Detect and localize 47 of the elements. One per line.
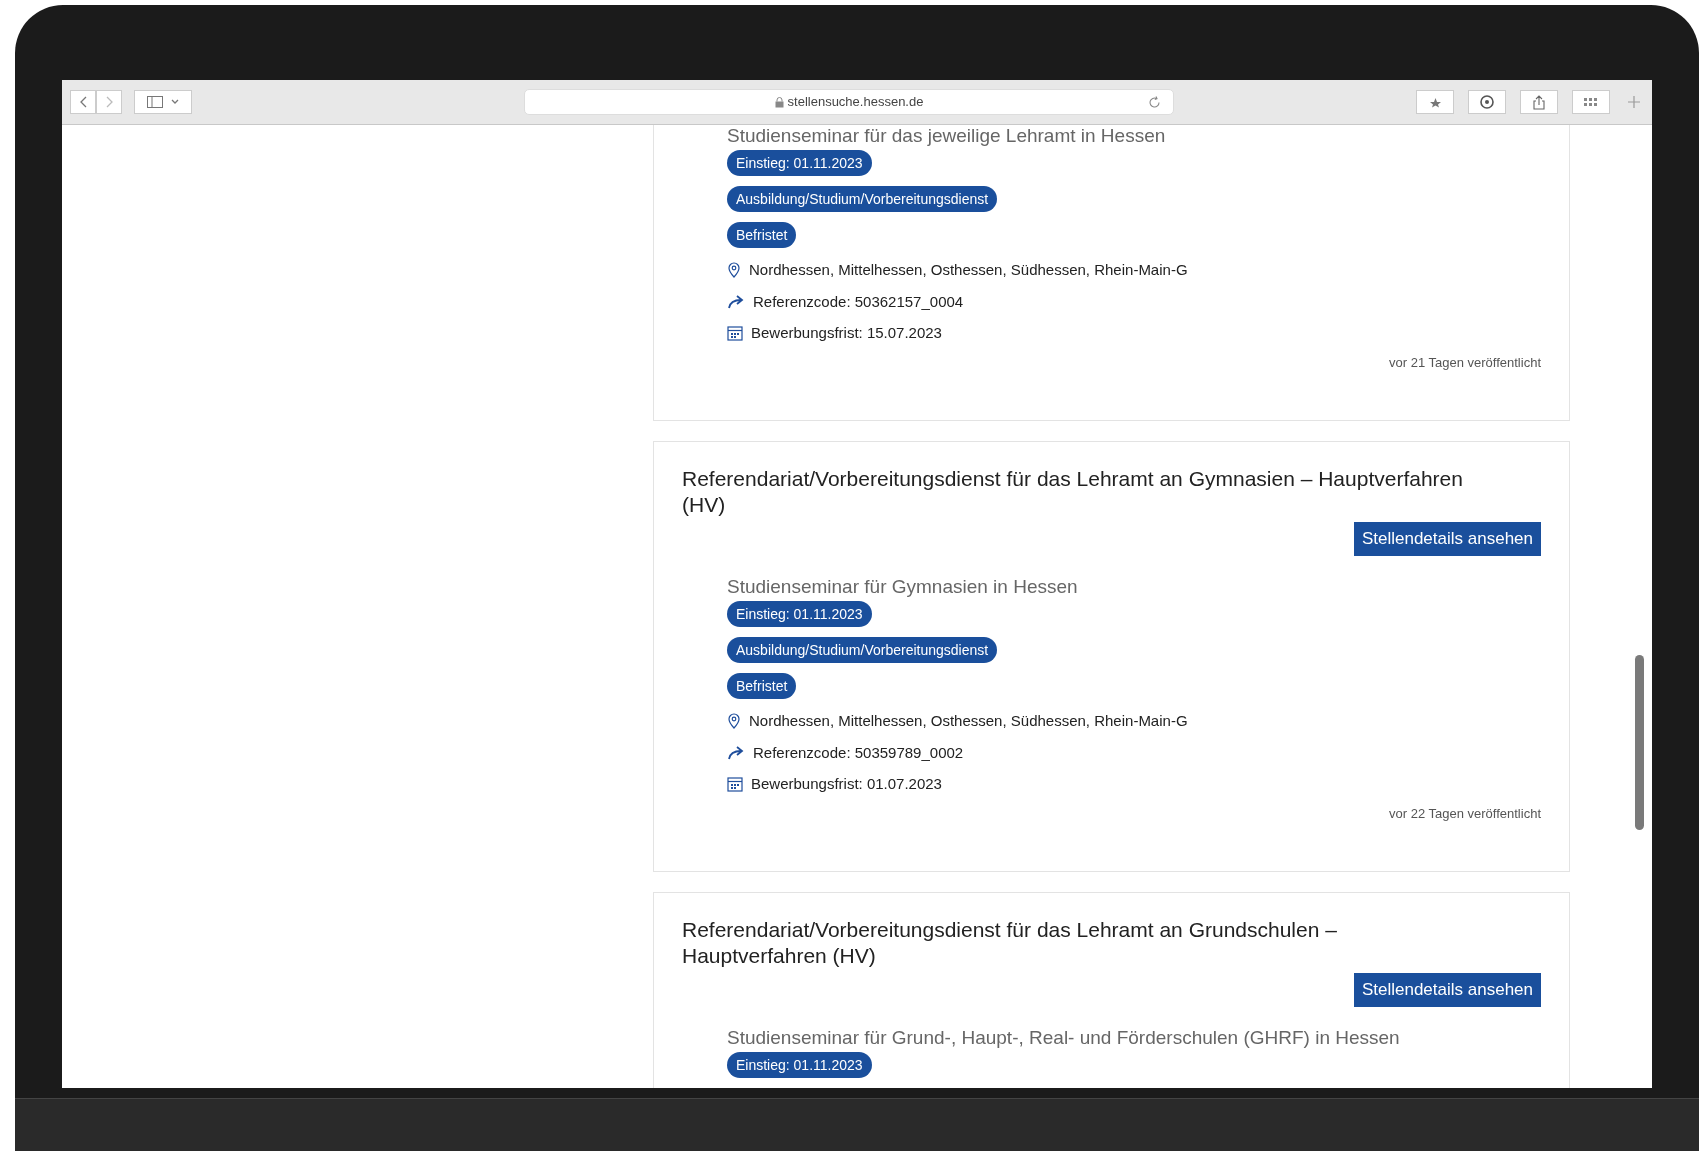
seminar-name: Studienseminar für Grund-, Haupt-, Real- und Förderschulen (GHRF) in Hessen <box>727 1027 1401 1049</box>
reference-code: Referenzcode: 50359789_0002 <box>753 742 964 763</box>
sidebar-toggle-button[interactable] <box>134 90 192 114</box>
curved-arrow-icon <box>727 745 745 760</box>
published-date: vor 21 Tagen veröffentlicht <box>1389 353 1541 372</box>
location-pin-icon <box>727 262 741 279</box>
tag: Befristet <box>727 222 797 248</box>
published-date: vor 22 Tagen veröffentlicht <box>1389 804 1541 823</box>
reference-code: Referenzcode: 50362157_0004 <box>753 291 964 312</box>
tag: Ausbildung/Studium/Vorbereitungsdienst <box>727 186 998 212</box>
job-title: Referendariat/Vorbereitungsdienst für das Lehramt an Grundschulen – Hauptverfahren (HV) <box>682 917 1338 969</box>
location-text: Nordhessen, Mittelhessen, Osthessen, Südhessen, Rhein-Main-G <box>749 711 1188 731</box>
lock-icon <box>774 96 784 108</box>
chevron-left-icon <box>79 96 87 108</box>
curved-arrow-icon <box>727 294 745 309</box>
tabs-overview-button[interactable] <box>1572 90 1610 114</box>
chevron-right-icon <box>105 96 113 108</box>
star-icon <box>1428 96 1442 108</box>
tag: Einstieg: 01.11.2023 <box>727 1052 872 1078</box>
tag: Ausbildung/Studium/Vorbereitungsdienst <box>727 637 998 663</box>
seminar-name: Studienseminar für Gymnasien in Hessen <box>727 576 1079 598</box>
plus-icon <box>1628 96 1640 108</box>
seminar-name: Studienseminar für das jeweilige Lehramt in Hessen <box>727 125 1167 147</box>
reload-icon[interactable] <box>1148 95 1161 109</box>
job-details-button[interactable]: Stellendetails ansehen <box>1353 522 1541 556</box>
share-button[interactable] <box>1520 90 1558 114</box>
extension-button[interactable] <box>1468 90 1506 114</box>
location-text: Nordhessen, Mittelhessen, Osthessen, Südhessen, Rhein-Main-G <box>749 260 1188 280</box>
url-text: stellensuche.hessen.de <box>787 93 924 112</box>
share-icon <box>1533 94 1545 110</box>
chevron-down-icon <box>171 99 179 105</box>
scrollbar-thumb[interactable] <box>1635 655 1644 830</box>
tag: Befristet <box>727 673 797 699</box>
tag: Einstieg: 01.11.2023 <box>727 601 872 627</box>
application-deadline: Bewerbungsfrist: 01.07.2023 <box>751 774 942 794</box>
application-deadline: Bewerbungsfrist: 15.07.2023 <box>751 323 942 343</box>
grid-icon <box>1584 98 1598 106</box>
job-title: Referendariat/Vorbereitungsdienst für das Lehramt an Gymnasien – Hauptverfahren (HV) <box>682 466 1464 518</box>
back-button[interactable] <box>70 90 96 114</box>
tag: Einstieg: 01.11.2023 <box>727 150 872 176</box>
sidebar-icon <box>147 96 163 108</box>
reader-button[interactable] <box>1416 90 1454 114</box>
calendar-icon <box>727 776 743 793</box>
job-details-button[interactable]: Stellendetails ansehen <box>1353 973 1541 1007</box>
location-pin-icon <box>727 713 741 730</box>
calendar-icon <box>727 325 743 342</box>
address-bar[interactable]: stellensuche.hessen.de <box>524 89 1174 115</box>
